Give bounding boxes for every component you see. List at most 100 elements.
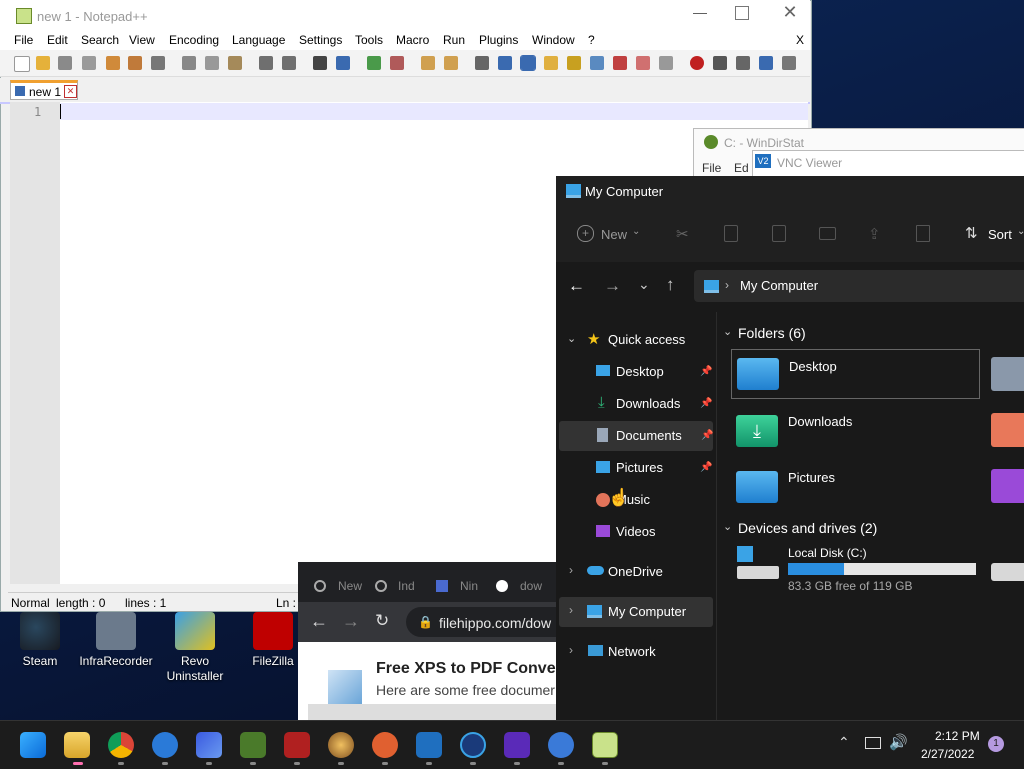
chevron-down-icon[interactable]: ⌄ xyxy=(723,325,732,338)
paste-icon[interactable] xyxy=(228,56,242,70)
function-list-icon[interactable] xyxy=(590,56,604,70)
chrome-tab-3[interactable]: Nin xyxy=(460,579,478,593)
drive-tile-local-disk-c[interactable]: Local Disk (C:) 83.3 GB free of 119 GB xyxy=(731,542,1001,598)
sidebar-item-pictures[interactable]: Pictures 📌 xyxy=(560,453,712,483)
ninite-taskbar-icon[interactable] xyxy=(196,732,222,758)
back-icon[interactable]: ← xyxy=(310,611,328,632)
sidebar-item-music[interactable]: Music ☝ xyxy=(560,485,712,515)
menu-tools[interactable]: Tools xyxy=(355,33,383,47)
folder-tile-documents-partial[interactable] xyxy=(991,357,1024,391)
volume-icon[interactable]: 🔊 xyxy=(889,733,908,751)
windirstat-menu-edit[interactable]: Ed xyxy=(734,161,749,175)
menu-edit[interactable]: Edit xyxy=(47,33,68,47)
menu-window[interactable]: Window xyxy=(532,33,575,47)
menu-file[interactable]: File xyxy=(14,33,33,47)
tab-close-icon[interactable]: ✕ xyxy=(64,85,77,98)
folder-tile-videos-partial[interactable] xyxy=(991,469,1024,503)
print-icon[interactable] xyxy=(151,56,165,70)
notepadpp-taskbar-icon[interactable] xyxy=(592,732,618,758)
forward-icon[interactable]: → xyxy=(342,611,360,632)
chrome-tab-1[interactable]: New xyxy=(338,579,362,593)
menu-plugins[interactable]: Plugins xyxy=(479,33,518,47)
notification-badge[interactable]: 1 xyxy=(988,736,1004,752)
open-file-icon[interactable] xyxy=(36,56,50,70)
up-arrow-icon[interactable]: ↑ xyxy=(666,275,675,295)
folder-workspace-icon[interactable] xyxy=(613,56,627,70)
start-icon[interactable] xyxy=(20,732,46,758)
forward-arrow-icon[interactable]: → xyxy=(604,276,621,296)
clock-time[interactable]: 2:12 PM xyxy=(935,729,980,743)
maximize-button[interactable] xyxy=(735,6,749,20)
word-wrap-icon[interactable] xyxy=(475,56,489,70)
find-icon[interactable] xyxy=(313,56,327,70)
cut-icon[interactable]: ✂ xyxy=(676,225,689,243)
paste-icon[interactable] xyxy=(772,225,786,242)
replace-icon[interactable] xyxy=(336,56,350,70)
menu-search[interactable]: Search xyxy=(81,33,119,47)
folders-header[interactable]: Folders (6) xyxy=(738,325,806,341)
sync-vertical-icon[interactable] xyxy=(421,56,435,70)
chrome-address-bar[interactable]: 🔒 filehippo.com/dow xyxy=(406,607,558,637)
menu-view[interactable]: View xyxy=(129,33,155,47)
recent-chevron-icon[interactable]: ⌄ xyxy=(638,276,650,293)
macro-icon[interactable] xyxy=(659,56,673,70)
desktop-icon-steam[interactable]: Steam xyxy=(0,612,80,669)
stop-macro-icon[interactable] xyxy=(713,56,727,70)
rename-icon[interactable] xyxy=(819,227,836,240)
qbittorrent-icon[interactable] xyxy=(548,732,574,758)
save-macro-icon[interactable] xyxy=(782,56,796,70)
menu-run[interactable]: Run xyxy=(443,33,465,47)
desktop-icon-infrarecorder[interactable]: InfraRecorder xyxy=(76,612,156,669)
back-arrow-icon[interactable]: ← xyxy=(568,276,585,296)
redo-icon[interactable] xyxy=(282,56,296,70)
bug-icon[interactable] xyxy=(284,732,310,758)
sort-button[interactable]: Sort xyxy=(988,227,1012,242)
disk-icon[interactable] xyxy=(328,732,354,758)
zoom-out-icon[interactable] xyxy=(390,56,404,70)
drives-header[interactable]: Devices and drives (2) xyxy=(738,520,877,536)
teamviewer-icon[interactable] xyxy=(152,732,178,758)
new-file-icon[interactable] xyxy=(14,56,30,72)
windirstat-menu-file[interactable]: File xyxy=(702,161,721,175)
menu-language[interactable]: Language xyxy=(232,33,285,47)
sidebar-item-desktop[interactable]: Desktop 📌 xyxy=(560,357,712,387)
delete-icon[interactable] xyxy=(916,225,930,242)
close-button[interactable]: ✕ xyxy=(780,2,800,22)
play-macro-icon[interactable] xyxy=(736,56,750,70)
onenote-n-icon[interactable] xyxy=(504,732,530,758)
sidebar-item-quick-access[interactable]: ⌄ ★ Quick access xyxy=(560,325,712,355)
save-all-icon[interactable] xyxy=(82,56,96,70)
copy-icon[interactable] xyxy=(724,225,738,242)
copy-icon[interactable] xyxy=(205,56,219,70)
folder-tile-downloads[interactable]: ⤓ Downloads xyxy=(731,407,980,457)
network-tray-icon[interactable] xyxy=(865,737,881,749)
sidebar-item-network[interactable]: › Network xyxy=(560,637,712,667)
drive-tile-partial[interactable] xyxy=(991,563,1024,581)
menu-help[interactable]: ? xyxy=(588,33,595,47)
chevron-up-icon[interactable]: ⌃ xyxy=(838,734,850,751)
language-icon[interactable] xyxy=(544,56,558,70)
moon-icon[interactable] xyxy=(460,732,486,758)
doc-map-icon[interactable] xyxy=(567,56,581,70)
menu-settings[interactable]: Settings xyxy=(299,33,342,47)
explorer-titlebar[interactable]: My Computer xyxy=(556,176,1024,206)
tab-new-1[interactable]: new 1 ✕ xyxy=(10,80,78,100)
run-macro-multiple-icon[interactable] xyxy=(759,56,773,70)
minimize-button[interactable]: — xyxy=(690,4,710,24)
record-macro-icon[interactable] xyxy=(690,56,704,70)
chevron-down-icon[interactable]: ⌄ xyxy=(723,520,732,533)
sidebar-item-videos[interactable]: Videos xyxy=(560,517,712,547)
desktop-icon-revo-uninstaller[interactable]: Revo Uninstaller xyxy=(155,612,235,684)
new-button[interactable]: New xyxy=(601,227,627,242)
vnc-taskbar-icon[interactable] xyxy=(416,732,442,758)
menu-close-document[interactable]: X xyxy=(796,33,804,47)
save-icon[interactable] xyxy=(58,56,72,70)
menu-encoding[interactable]: Encoding xyxy=(169,33,219,47)
cut-icon[interactable] xyxy=(182,56,196,70)
chrome-tab-4[interactable]: dow xyxy=(520,579,542,593)
sidebar-item-documents[interactable]: Documents 📌 xyxy=(559,421,713,451)
sync-horizontal-icon[interactable] xyxy=(444,56,458,70)
folder-tile-pictures[interactable]: Pictures xyxy=(731,463,980,513)
show-all-characters-icon[interactable] xyxy=(498,56,512,70)
reload-icon[interactable]: ↻ xyxy=(375,611,389,631)
